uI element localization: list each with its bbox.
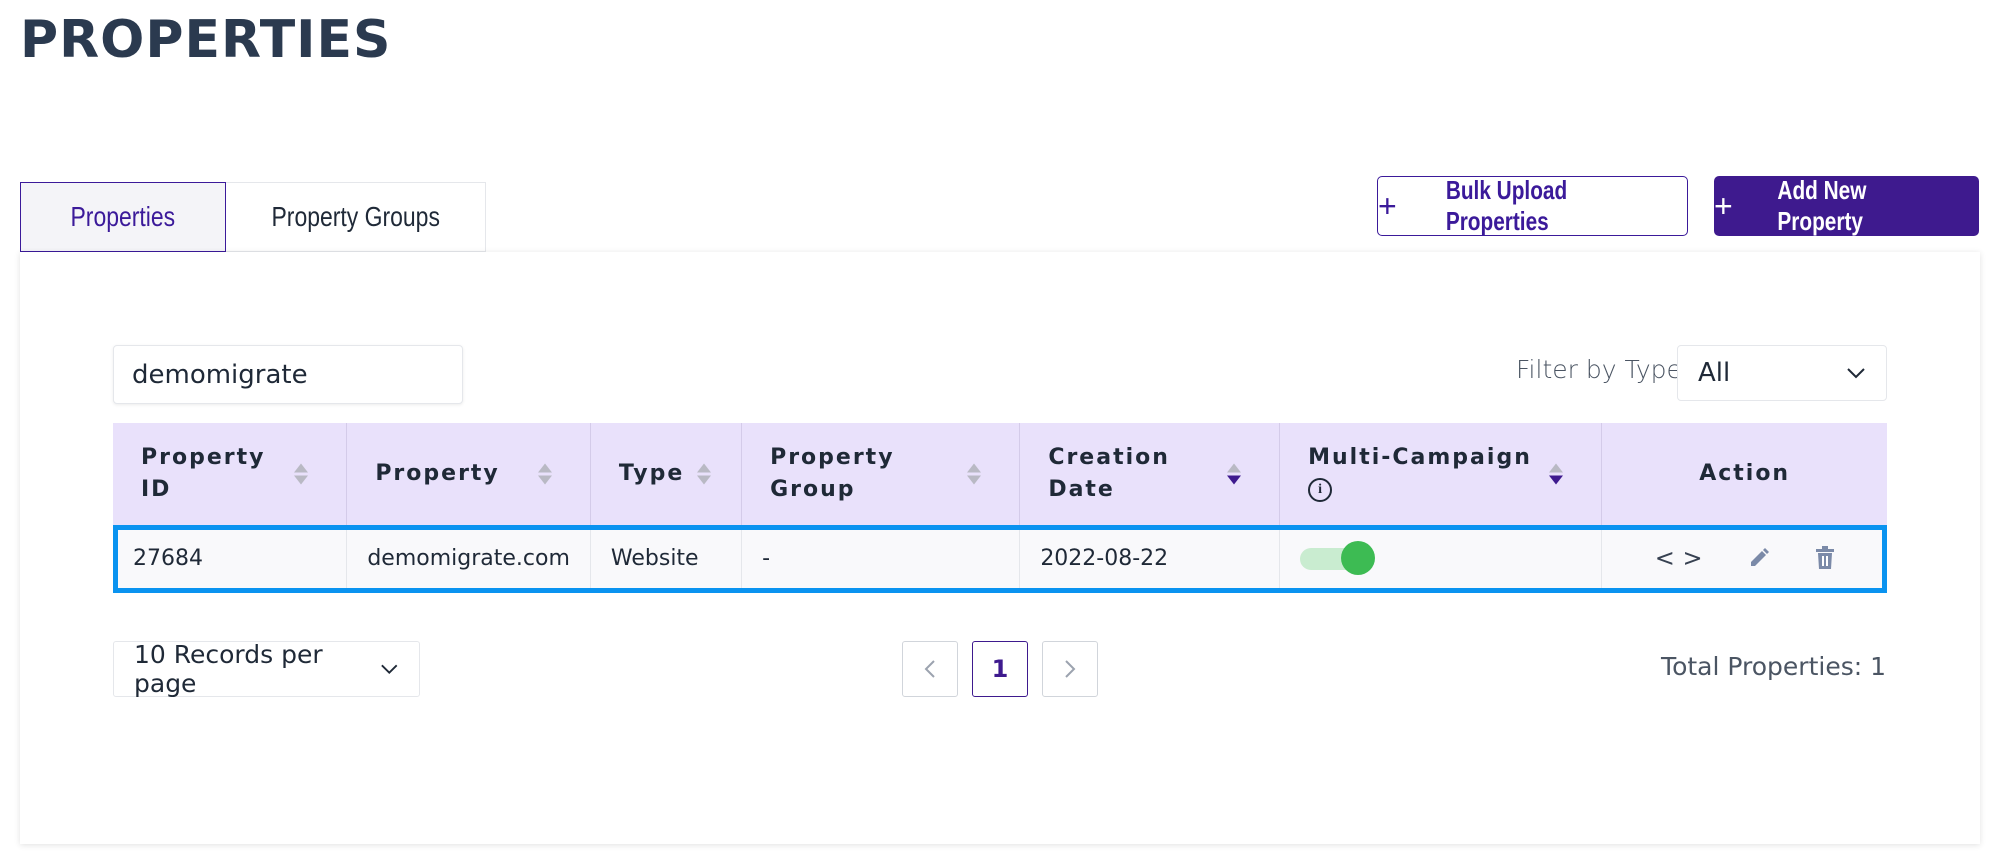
cell-type: Website xyxy=(590,525,743,591)
previous-page-button[interactable] xyxy=(902,641,958,697)
tab-property-groups[interactable]: Property Groups xyxy=(226,182,486,252)
edit-icon[interactable] xyxy=(1748,547,1770,569)
chevron-right-icon xyxy=(1065,660,1076,678)
sort-icon[interactable] xyxy=(1227,463,1242,485)
tab-properties-label: Properties xyxy=(70,201,176,232)
filter-type-select[interactable]: All xyxy=(1677,345,1887,401)
tab-properties[interactable]: Properties xyxy=(20,182,226,252)
search-input[interactable] xyxy=(113,345,463,404)
add-new-property-button[interactable]: + Add New Property xyxy=(1714,175,1979,236)
multi-campaign-toggle[interactable] xyxy=(1300,541,1376,575)
cell-property-group: - xyxy=(741,525,1021,591)
next-page-button[interactable] xyxy=(1042,641,1098,697)
header-property: Property xyxy=(375,461,500,486)
header-property-group-line1: Property xyxy=(770,445,895,470)
sort-icon[interactable] xyxy=(967,463,982,485)
chevron-left-icon xyxy=(924,660,935,678)
trash-icon[interactable] xyxy=(1815,546,1835,570)
cell-multi-campaign xyxy=(1279,525,1603,591)
cell-action: < > xyxy=(1601,525,1887,591)
total-properties: Total Properties: 1 xyxy=(1661,652,1886,681)
header-action: Action xyxy=(1699,461,1791,486)
column-header-property[interactable]: Property xyxy=(346,423,591,525)
chevron-down-icon xyxy=(381,664,398,675)
chevron-down-icon xyxy=(1847,368,1865,379)
column-header-creation-date[interactable]: Creation Date xyxy=(1019,423,1281,525)
header-creation-date-line1: Creation xyxy=(1048,445,1170,470)
table-header-row: Property ID Property Type Property Group… xyxy=(113,423,1887,525)
cell-property-id: 27684 xyxy=(113,525,348,591)
cell-creation-date: 2022-08-22 xyxy=(1019,525,1281,591)
filter-type-value: All xyxy=(1698,358,1731,388)
page-number-button[interactable]: 1 xyxy=(972,641,1028,697)
bulk-upload-properties-button[interactable]: + Bulk Upload Properties xyxy=(1377,175,1688,236)
column-header-property-group[interactable]: Property Group xyxy=(741,423,1021,525)
cell-property: demomigrate.com xyxy=(346,525,591,591)
sort-icon[interactable] xyxy=(1549,463,1564,485)
header-property-id-line1: Property xyxy=(141,445,266,470)
info-icon[interactable]: i xyxy=(1308,478,1333,502)
add-new-property-label: Add New Property xyxy=(1777,175,1867,236)
records-per-page-select[interactable]: 10 Records per page xyxy=(113,640,420,698)
bulk-upload-label: Bulk Upload Properties xyxy=(1445,175,1567,236)
header-multi-campaign: Multi-Campaign xyxy=(1308,445,1532,470)
header-type: Type xyxy=(618,461,685,486)
sort-icon[interactable] xyxy=(294,463,309,485)
header-property-id-line2: ID xyxy=(141,477,172,502)
plus-icon: + xyxy=(1714,188,1733,224)
sort-icon[interactable] xyxy=(537,463,552,485)
column-header-multi-campaign[interactable]: Multi-Campaign i xyxy=(1279,423,1603,525)
column-header-type[interactable]: Type xyxy=(590,423,743,525)
sort-icon[interactable] xyxy=(697,463,712,485)
filter-by-type-label: Filter by Type: xyxy=(1516,355,1691,384)
column-header-property-id[interactable]: Property ID xyxy=(113,423,348,525)
records-per-page-label: 10 Records per page xyxy=(134,640,323,698)
column-header-action: Action xyxy=(1601,423,1887,525)
tab-bar: Properties Property Groups xyxy=(20,182,486,252)
page-title: PROPERTIES xyxy=(20,10,392,70)
tab-property-groups-label: Property Groups xyxy=(271,201,440,232)
plus-icon: + xyxy=(1378,188,1397,224)
header-creation-date-line2: Date xyxy=(1048,477,1115,502)
code-icon[interactable]: < > xyxy=(1655,544,1703,572)
properties-table: Property ID Property Type Property Group… xyxy=(113,423,1887,591)
table-row: 27684 demomigrate.com Website - 2022-08-… xyxy=(113,525,1887,591)
header-property-group-line2: Group xyxy=(770,477,856,502)
